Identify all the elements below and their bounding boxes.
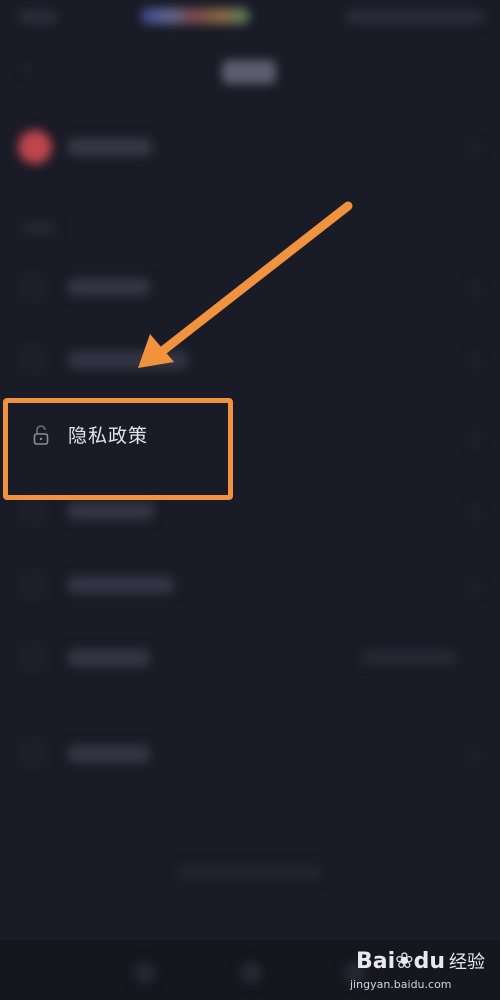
row-value	[362, 651, 457, 665]
row-label	[68, 745, 150, 763]
row-label	[68, 278, 150, 296]
status-time	[18, 10, 58, 24]
highlight-box	[3, 398, 233, 500]
watermark-logo-cn: 经验	[449, 952, 486, 973]
row-label	[68, 649, 150, 667]
chevron-right-icon	[463, 140, 481, 158]
avatar	[18, 130, 52, 164]
baidu-jingyan-watermark: Bai❀du 经验 jingyan.baidu.com	[348, 948, 488, 1000]
watermark-logo-bai: Bai	[356, 949, 396, 974]
row-icon	[22, 646, 44, 668]
watermark-logo: Bai❀du 经验	[356, 948, 485, 974]
watermark-logo-du: du	[413, 949, 446, 974]
status-bar	[0, 0, 500, 36]
nav-home-button[interactable]	[240, 962, 262, 984]
profile-name	[68, 138, 152, 156]
status-indicators	[140, 8, 250, 24]
paw-icon: ❀	[395, 949, 414, 974]
back-arrow-icon[interactable]: ‹	[22, 58, 42, 78]
chevron-right-icon	[463, 504, 481, 522]
row-icon	[22, 348, 44, 370]
status-icons	[345, 10, 485, 24]
nav-back-button[interactable]	[134, 962, 156, 984]
page-title	[222, 60, 276, 84]
row-label	[68, 351, 188, 369]
row-label	[68, 576, 174, 594]
footer-text	[178, 866, 322, 880]
chevron-right-icon	[463, 578, 481, 596]
section-header	[22, 222, 56, 234]
row-icon	[22, 276, 44, 298]
row-label	[68, 502, 154, 520]
watermark-url: jingyan.baidu.com	[350, 978, 452, 991]
chevron-right-icon	[463, 352, 481, 370]
settings-screen: ‹ 隐私政策 Bai❀du 经验 jingyan.baidu.com	[0, 0, 500, 1000]
row-icon	[22, 742, 44, 764]
row-icon	[22, 500, 44, 522]
row-icon	[22, 574, 44, 596]
chevron-right-icon	[463, 280, 481, 298]
chevron-right-icon	[463, 747, 481, 765]
